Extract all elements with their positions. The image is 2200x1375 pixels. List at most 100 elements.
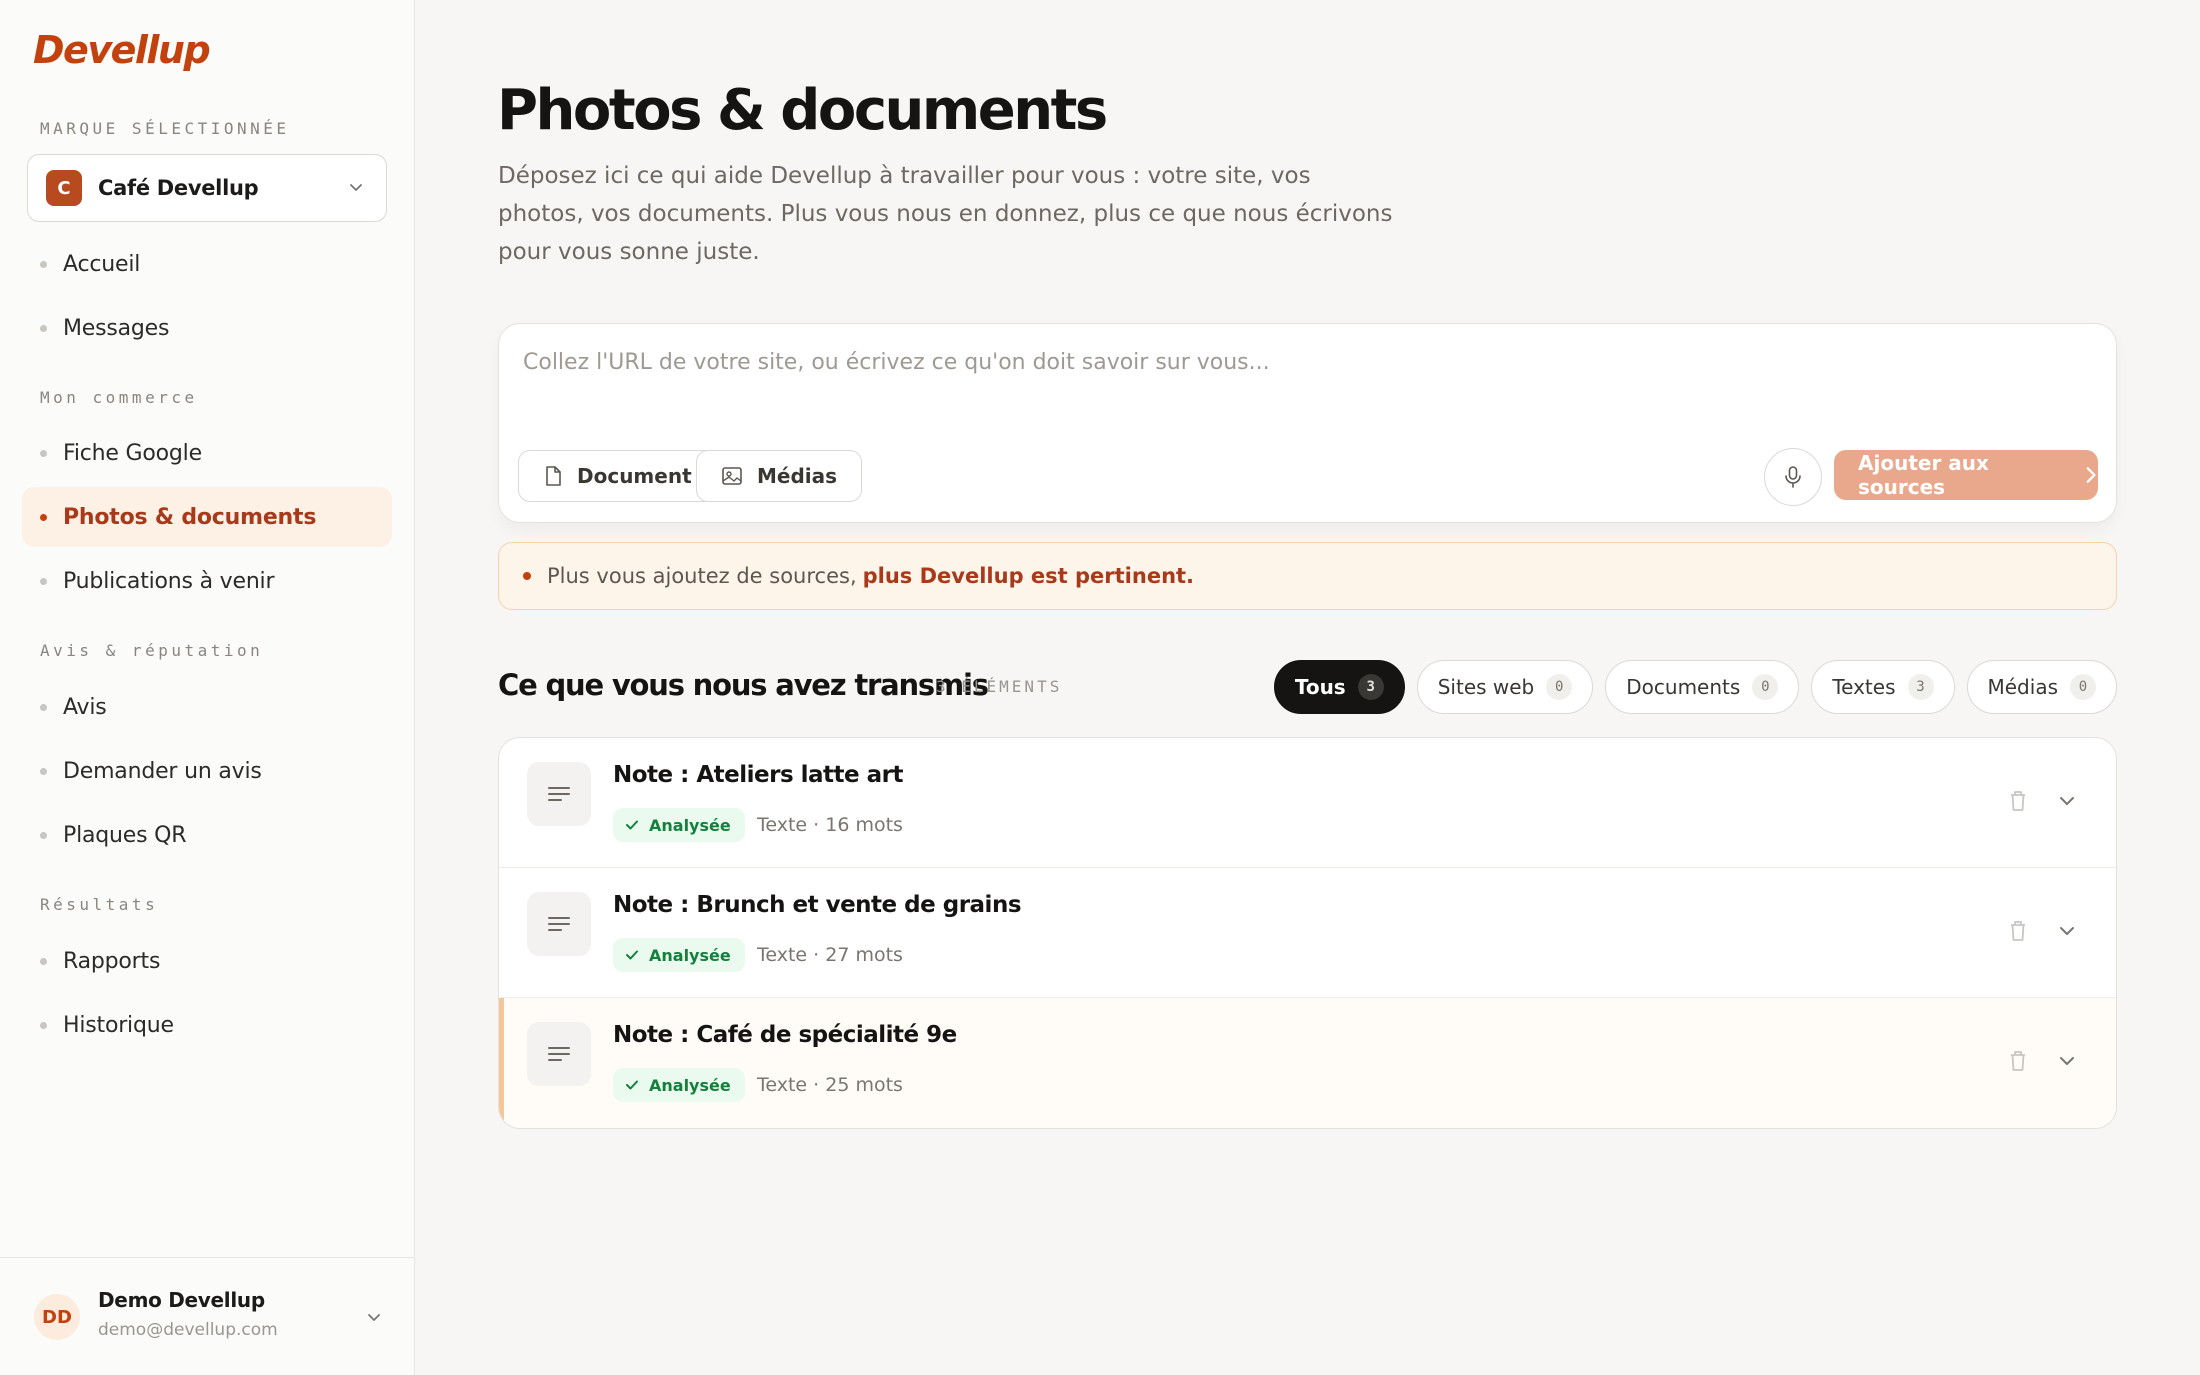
- app-logo[interactable]: Devellup: [33, 28, 211, 72]
- filter-tous[interactable]: Tous 3: [1273, 660, 1405, 714]
- item-meta: Texte · 16 mots: [757, 814, 903, 836]
- sidebar-item-demander-avis[interactable]: Demander un avis: [22, 741, 392, 801]
- sidebar-item-fiche-google[interactable]: Fiche Google: [22, 423, 392, 483]
- filter-label: Sites web: [1437, 675, 1535, 699]
- text-note-icon: [527, 762, 591, 826]
- bullet-icon: [40, 1021, 47, 1029]
- filter-label: Médias: [1987, 675, 2059, 699]
- filter-tabs: Tous 3 Sites web 0 Documents 0 Textes 3 Médi…: [1273, 660, 2117, 714]
- trash-icon[interactable]: [2006, 788, 2030, 814]
- user-email: demo@devellup.com: [98, 1320, 278, 1340]
- section-label-resultats: Résultats: [40, 895, 159, 914]
- filter-medias[interactable]: Médias 0: [1966, 660, 2117, 714]
- list-count: 3 ÉLÉMENTS: [936, 677, 1063, 696]
- bullet-icon: [40, 324, 47, 332]
- source-input[interactable]: [523, 350, 2083, 375]
- trash-icon[interactable]: [2006, 1048, 2030, 1074]
- sidebar-item-label: Fiche Google: [63, 440, 202, 466]
- user-name: Demo Devellup: [98, 1288, 265, 1312]
- bullet-icon: [40, 957, 47, 965]
- check-icon: [626, 950, 638, 960]
- filter-label: Documents: [1626, 675, 1741, 699]
- list-item[interactable]: Note : Café de spécialité 9e Analysée Te…: [499, 998, 2116, 1128]
- sidebar-item-label: Avis: [63, 694, 107, 720]
- sidebar-item-plaques-qr[interactable]: Plaques QR: [22, 805, 392, 865]
- item-meta: Texte · 27 mots: [757, 944, 903, 966]
- brand-section-label: MARQUE SÉLECTIONNÉE: [40, 119, 290, 138]
- sources-list: Note : Ateliers latte art Analysée Texte…: [498, 737, 2117, 1129]
- sidebar-item-accueil[interactable]: Accueil: [22, 234, 392, 294]
- section-label-avis: Avis & réputation: [40, 641, 264, 660]
- sidebar: Devellup MARQUE SÉLECTIONNÉE C Café Deve…: [0, 0, 415, 1375]
- chevron-down-icon[interactable]: [2056, 1050, 2078, 1072]
- filter-count: 0: [1546, 674, 1573, 700]
- filter-documents[interactable]: Documents 0: [1605, 660, 1800, 714]
- status-label: Analysée: [649, 815, 731, 835]
- filter-count: 0: [1752, 674, 1779, 700]
- user-menu[interactable]: DD Demo Devellup demo@devellup.com: [0, 1257, 415, 1375]
- add-document-button[interactable]: Document: [518, 450, 717, 502]
- bullet-icon: [40, 767, 47, 775]
- tip-highlight: plus Devellup est pertinent.: [862, 564, 1195, 588]
- status-badge: Analysée: [613, 1068, 745, 1102]
- status-label: Analysée: [649, 945, 731, 965]
- document-icon: [546, 466, 561, 486]
- text-note-icon: [527, 892, 591, 956]
- source-composer: Document Médias Ajouter aux sources: [498, 323, 2117, 523]
- image-icon: [722, 467, 742, 485]
- filter-label: Tous: [1294, 675, 1346, 699]
- section-label-mon-commerce: Mon commerce: [40, 388, 198, 407]
- text-note-icon: [527, 1022, 591, 1086]
- sidebar-item-label: Historique: [63, 1012, 174, 1038]
- status-badge: Analysée: [613, 938, 745, 972]
- bullet-icon: [523, 572, 531, 580]
- item-title: Note : Café de spécialité 9e: [613, 1022, 957, 1048]
- avatar: DD: [34, 1294, 80, 1340]
- page-description: Déposez ici ce qui aide Devellup à trava…: [498, 163, 1393, 265]
- sidebar-item-label: Rapports: [63, 948, 161, 974]
- bullet-icon: [40, 577, 47, 585]
- brand-selector[interactable]: C Café Devellup: [27, 154, 387, 222]
- sidebar-item-label: Photos & documents: [63, 504, 317, 530]
- sidebar-item-label: Accueil: [63, 251, 141, 277]
- item-title: Note : Ateliers latte art: [613, 762, 904, 788]
- item-title: Note : Brunch et vente de grains: [613, 892, 1022, 918]
- trash-icon[interactable]: [2006, 918, 2030, 944]
- status-badge: Analysée: [613, 808, 745, 842]
- status-label: Analysée: [649, 1075, 731, 1095]
- list-item[interactable]: Note : Brunch et vente de grains Analysé…: [499, 868, 2116, 998]
- microphone-button[interactable]: [1764, 448, 1822, 506]
- add-to-sources-button[interactable]: Ajouter aux sources: [1834, 450, 2098, 500]
- add-media-button[interactable]: Médias: [696, 450, 863, 502]
- sidebar-item-label: Plaques QR: [63, 822, 187, 848]
- chevron-right-icon: [2086, 467, 2096, 483]
- filter-textes[interactable]: Textes 3: [1811, 660, 1955, 714]
- brand-name: Café Devellup: [98, 176, 259, 200]
- item-meta: Texte · 25 mots: [757, 1074, 903, 1096]
- chevron-down-icon[interactable]: [2056, 920, 2078, 942]
- sidebar-item-rapports[interactable]: Rapports: [22, 931, 392, 991]
- chevron-down-icon[interactable]: [2056, 790, 2078, 812]
- filter-sites-web[interactable]: Sites web 0: [1416, 660, 1594, 714]
- sidebar-item-messages[interactable]: Messages: [22, 298, 392, 358]
- list-title: Ce que vous nous avez transmis: [498, 668, 989, 702]
- bullet-icon: [40, 260, 47, 268]
- sidebar-item-avis[interactable]: Avis: [22, 677, 392, 737]
- bullet-icon: [40, 513, 47, 521]
- sidebar-item-publications[interactable]: Publications à venir: [22, 551, 392, 611]
- page-title: Photos & documents: [497, 78, 1108, 143]
- sidebar-item-label: Demander un avis: [63, 758, 262, 784]
- media-button-label: Médias: [757, 464, 838, 488]
- sidebar-item-historique[interactable]: Historique: [22, 995, 392, 1055]
- tip-text: Plus vous ajoutez de sources,: [547, 564, 857, 588]
- check-icon: [626, 1080, 638, 1090]
- filter-label: Textes: [1832, 675, 1896, 699]
- add-button-label: Ajouter aux sources: [1858, 451, 1989, 499]
- filter-count: 3: [1357, 674, 1384, 700]
- sidebar-item-photos-documents[interactable]: Photos & documents: [22, 487, 392, 547]
- check-icon: [626, 820, 638, 830]
- list-item[interactable]: Note : Ateliers latte art Analysée Texte…: [499, 738, 2116, 868]
- filter-count: 3: [1907, 674, 1934, 700]
- bullet-icon: [40, 831, 47, 839]
- chevron-down-icon: [368, 1314, 380, 1321]
